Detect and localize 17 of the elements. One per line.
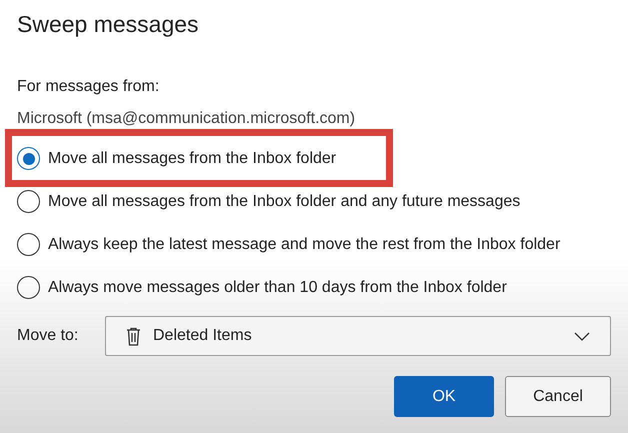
radio-button[interactable] bbox=[17, 233, 40, 256]
dialog-title: Sweep messages bbox=[17, 10, 200, 39]
radio-button[interactable] bbox=[17, 147, 40, 170]
option-label[interactable]: Move all messages from the Inbox folder and any future messages bbox=[48, 190, 520, 214]
trash-icon bbox=[126, 326, 141, 346]
option-label[interactable]: Move all messages from the Inbox folder bbox=[48, 146, 336, 170]
option-label[interactable]: Always keep the latest message and move the rest from the Inbox folder bbox=[48, 232, 560, 256]
radio-button[interactable] bbox=[17, 276, 40, 299]
folder-dropdown[interactable]: Deleted Items bbox=[105, 316, 611, 356]
cancel-button[interactable]: Cancel bbox=[505, 376, 611, 417]
option-label[interactable]: Always move messages older than 10 days from the Inbox folder bbox=[48, 276, 507, 300]
sender-address: Microsoft (msa@communication.microsoft.com) bbox=[17, 109, 356, 129]
radio-button[interactable] bbox=[17, 190, 40, 213]
sender-label: For messages from: bbox=[17, 77, 160, 97]
move-to-label: Move to: bbox=[17, 326, 80, 346]
ok-button[interactable]: OK bbox=[394, 376, 494, 417]
chevron-down-icon bbox=[574, 332, 590, 340]
